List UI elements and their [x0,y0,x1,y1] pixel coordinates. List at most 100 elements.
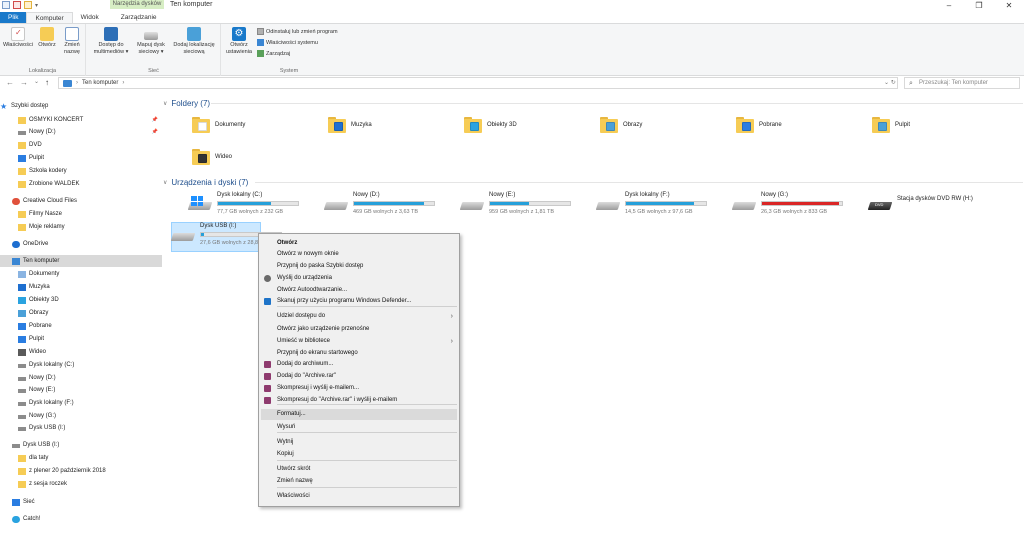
section-header-drives[interactable]: ∨ Urządzenia i dyski (7) [163,177,248,187]
sidebar-item-15[interactable]: Obrazy [0,307,162,319]
mapuj-dysk-button[interactable]: Mapuj dysk sieciowy ▾ [133,27,169,55]
context-menu-item[interactable]: Formatuj... [261,409,457,420]
sidebar-item-2[interactable]: Nowy (D:) 📌 [0,126,162,138]
context-menu-item[interactable]: Przypnij do ekranu startowego [261,348,457,359]
sidebar-item-6[interactable]: Zrobione WALDEK [0,178,162,190]
sidebar-item-label: Pobrane [29,323,52,329]
context-menu-item[interactable]: Wytnij [261,437,457,448]
folder-item[interactable]: Pulpit [871,112,1001,138]
context-menu-item[interactable]: Otwórz jako urządzenie przenośne [261,324,457,335]
sidebar-item-3[interactable]: DVD [0,139,162,151]
wlasciwosci-button[interactable]: ✓ Właściwości [3,27,33,49]
sidebar-item-14[interactable]: Obiekty 3D [0,294,162,306]
sidebar-item-13[interactable]: Muzyka [0,281,162,293]
drive-item[interactable]: Nowy (D:) 469 GB wolnych z 3,63 TB [323,192,461,218]
tab-widok[interactable]: Widok [73,12,107,23]
address-dropdown-refresh[interactable]: ⌄ ↻ [884,79,896,86]
folder-item[interactable]: Wideo [191,144,321,170]
sidebar-item-24[interactable]: Dysk USB (I:) [0,422,162,434]
drive-item[interactable]: Dysk USB (I:) 27,6 GB wolnych z 28,8 GB [170,222,282,252]
sidebar-item-21[interactable]: Nowy (E:) [0,384,162,396]
sidebar-item-0[interactable]: ★ Szybki dostęp [0,100,162,112]
zarzadzaj-button[interactable]: Zarządzaj [257,50,290,57]
sidebar-item-25[interactable]: Dysk USB (I:) [0,439,162,451]
sidebar-item-28[interactable]: z sesja roczek [0,478,162,490]
qat-dropdown-icon[interactable]: ▾ [35,2,38,9]
otworz-ustawienia-button[interactable]: ⚙ Otwórz ustawienia [224,27,254,55]
sidebar-item-30[interactable]: Catch! [0,513,162,525]
sidebar-item-10[interactable]: OneDrive [0,238,162,250]
drive-free-space: 469 GB wolnych z 3,63 TB [353,209,419,215]
search-input[interactable]: ⌕ Przeszukaj: Ten komputer [904,77,1020,89]
sidebar-item-5[interactable]: Szkoła kodery [0,165,162,177]
wlasciwosci-systemu-button[interactable]: Właściwości systemu [257,39,318,46]
folder-item[interactable]: Obrazy [599,112,729,138]
sidebar-item-9[interactable]: Moje reklamy [0,221,162,233]
forward-button[interactable]: → [20,78,28,87]
checklist-icon: ✓ [11,27,25,41]
sidebar-item-26[interactable]: dla taty [0,452,162,464]
address-bar[interactable]: › Ten komputer › [58,77,898,89]
odinstaluj-button[interactable]: Odinstaluj lub zmień program [257,28,338,35]
context-menu-item[interactable]: Otwórz Autoodtwarzanie... [261,285,457,296]
drive-item[interactable]: Dysk lokalny (F:) 14,5 GB wolnych z 97,6 … [595,192,733,218]
sidebar-item-7[interactable]: Creative Cloud Files [0,195,162,207]
sidebar-item-1[interactable]: OSMYKI KONCERT 📌 [0,114,162,126]
history-dropdown-button[interactable]: ⌄ [34,78,39,87]
minimize-button[interactable]: – [934,0,964,12]
dodaj-lokalizacje-button[interactable]: Dodaj lokalizację sieciową [169,27,219,55]
context-menu-item[interactable]: Dodaj do "Archive.rar" [261,371,457,382]
sidebar-item-8[interactable]: Filmy Nasze [0,208,162,220]
sidebar-item-23[interactable]: Nowy (G:) [0,410,162,422]
close-button[interactable]: ✕ [994,0,1024,12]
context-menu-separator [277,306,457,307]
context-menu-item[interactable]: Zmień nazwę [261,476,457,487]
tab-zarzadzanie[interactable]: Zarządzanie [113,12,165,23]
sidebar-item-11[interactable]: Ten komputer [0,255,162,267]
context-menu-item[interactable]: Otwórz [261,238,457,249]
sidebar-item-label: Szkoła kodery [29,168,67,174]
drive-item[interactable]: Nowy (E:) 959 GB wolnych z 1,81 TB [459,192,597,218]
context-menu-item[interactable]: Właściwości [261,491,457,502]
sidebar-item-27[interactable]: z plener 20 październik 2018 [0,465,162,477]
up-button[interactable]: ↑ [45,78,49,87]
folder-item[interactable]: Obiekty 3D [463,112,593,138]
sidebar-item-19[interactable]: Dysk lokalny (C:) [0,359,162,371]
context-menu-item[interactable]: Wyślij do urządzenia [261,273,457,284]
folder-item[interactable]: Pobrane [735,112,865,138]
dostep-multimediow-button[interactable]: Dostęp do multimediów ▾ [91,27,131,55]
tab-plik[interactable]: Plik [0,12,27,23]
sidebar-item-12[interactable]: Dokumenty [0,268,162,280]
context-menu-item[interactable]: Umieść w bibliotece › [261,336,457,347]
sidebar-item-18[interactable]: Wideo [0,346,162,358]
sidebar-item-17[interactable]: Pulpit [0,333,162,345]
properties-qat-icon[interactable] [13,1,21,9]
sidebar-item-20[interactable]: Nowy (D:) [0,372,162,384]
folder-item[interactable]: Muzyka [327,112,457,138]
context-menu-item[interactable]: Udziel dostępu do › [261,311,457,322]
context-menu-item[interactable]: Dodaj do archiwum... [261,359,457,370]
context-menu-item[interactable]: Przypnij do paska Szybki dostęp [261,261,457,272]
breadcrumb-chevron-icon[interactable]: › [122,78,124,88]
ribbon-tabs: Plik Komputer Widok Zarządzanie [0,12,1024,24]
sidebar-item-22[interactable]: Dysk lokalny (F:) [0,397,162,409]
context-menu-item[interactable]: Otwórz w nowym oknie [261,249,457,260]
folder-item[interactable]: Dokumenty [191,112,321,138]
otworz-button[interactable]: Otwórz [36,27,58,49]
section-header-folders[interactable]: ∨ Foldery (7) [163,98,210,108]
drive-item[interactable]: Dysk lokalny (C:) 77,7 GB wolnych z 232 G… [187,192,325,218]
tab-komputer[interactable]: Komputer [26,12,73,23]
drive-item[interactable]: DVD Stacja dysków DVD RW (H:) [867,192,1005,218]
context-menu-item[interactable]: Skompresuj i wyślij e-mailem... [261,383,457,394]
context-menu-item[interactable]: Kopiuj [261,449,457,460]
zmien-nazwe-button[interactable]: Zmień nazwę [60,27,84,55]
maximize-button[interactable]: ❐ [964,0,994,12]
new-folder-qat-icon[interactable] [24,1,32,9]
sidebar-item-29[interactable]: Sieć [0,496,162,508]
back-button[interactable]: ← [6,78,14,87]
drive-item[interactable]: Nowy (G:) 26,3 GB wolnych z 833 GB [731,192,869,218]
context-menu-item[interactable]: Utwórz skrót [261,464,457,475]
sidebar-item-16[interactable]: Pobrane [0,320,162,332]
sidebar-item-4[interactable]: Pulpit [0,152,162,164]
breadcrumb-ten-komputer[interactable]: Ten komputer [82,78,118,88]
